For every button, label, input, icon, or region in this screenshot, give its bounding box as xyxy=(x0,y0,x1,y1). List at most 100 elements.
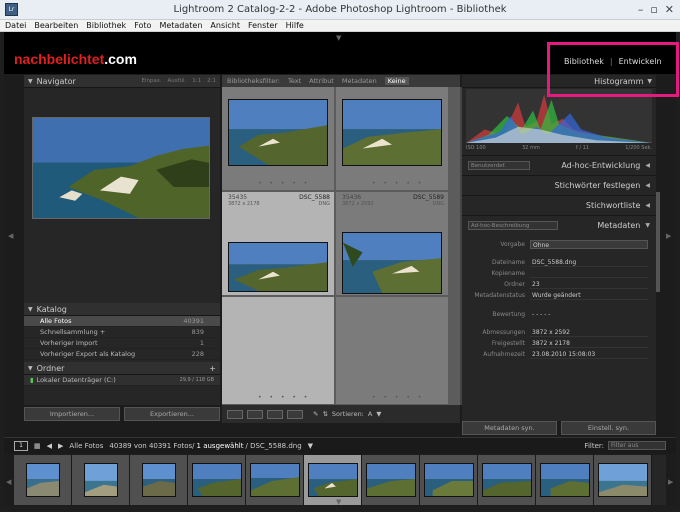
menu-window[interactable]: Fenster xyxy=(248,21,278,30)
zoom-fill[interactable]: Ausfül. xyxy=(167,78,186,84)
back-arrow-icon[interactable]: ◀ xyxy=(47,442,52,450)
filmstrip-thumb-selected[interactable] xyxy=(304,455,362,505)
minimize-icon[interactable]: – xyxy=(638,3,644,16)
filter-select[interactable]: Filter aus xyxy=(608,441,666,450)
photo-thumbnail[interactable] xyxy=(342,99,442,166)
menu-edit[interactable]: Bearbeiten xyxy=(34,21,78,30)
add-folder-icon[interactable]: + xyxy=(209,364,216,373)
keyword-list-header[interactable]: Stichwortliste ◀ xyxy=(462,195,656,215)
filmstrip-thumb[interactable] xyxy=(478,455,536,505)
zoom-fit[interactable]: Einpas. xyxy=(142,78,162,84)
filmstrip-thumb[interactable] xyxy=(130,455,188,505)
keywording-header[interactable]: Stichwörter festlegen ◀ xyxy=(462,175,656,195)
filmstrip-left-icon[interactable]: ◀ xyxy=(6,478,11,486)
histogram-graph[interactable] xyxy=(466,89,652,143)
metadata-preset-select[interactable]: Ad-hoc-Beschreibung xyxy=(468,221,558,230)
toolbar-menu-icon[interactable]: ▼ xyxy=(376,410,381,418)
metadata-field: Abmessungen 3872 x 2592 xyxy=(468,327,648,337)
quick-develop-preset[interactable]: Benutzerdef. xyxy=(468,161,530,170)
survey-view-button[interactable] xyxy=(287,409,303,419)
painter-icon[interactable]: ✎ xyxy=(313,410,318,418)
metadata-field[interactable]: Ordner 23 xyxy=(468,279,648,289)
menu-library[interactable]: Bibliothek xyxy=(86,21,126,30)
photo-thumbnail[interactable] xyxy=(228,99,328,166)
right-panel: Histogramm ▼ ISO 100 32 mm f / 11 1/200 Sek… xyxy=(462,75,656,421)
metadata-field[interactable]: Dateiname DSC_5588.dng xyxy=(468,257,648,267)
quick-develop-header[interactable]: Benutzerdef. Ad-hoc-Entwicklung ◀ xyxy=(462,155,656,175)
sync-metadata-button[interactable]: Metadaten syn. xyxy=(462,421,557,435)
collapse-top-icon[interactable]: ▼ xyxy=(336,34,341,42)
sort-direction-icon[interactable]: ⇅ xyxy=(322,410,327,418)
grid-icon[interactable]: ▦ xyxy=(34,442,41,450)
filmstrip-thumb[interactable] xyxy=(362,455,420,505)
photo-count: 40389 von 40391 Fotos/ xyxy=(109,441,195,450)
loupe-view-button[interactable] xyxy=(247,409,263,419)
grid-cell-selected[interactable]: 35435 DSC_5588 3872 x 2178 DNG xyxy=(222,192,335,296)
catalog-item-previous-import[interactable]: Vorheriger Import 1 xyxy=(24,338,220,349)
filmstrip-thumb[interactable] xyxy=(72,455,130,505)
left-panel: ▼ Navigator Einpas. Ausfül. 1:1 2:1 ▼ Ka… xyxy=(24,75,220,405)
filter-tab-attribute[interactable]: Attribut xyxy=(309,77,334,85)
maximize-icon[interactable]: ▫ xyxy=(650,3,657,16)
zoom-2-1[interactable]: 2:1 xyxy=(207,78,216,84)
left-panel-buttons: Importieren... Exportieren... xyxy=(24,407,220,421)
sort-select[interactable]: A xyxy=(368,410,372,418)
filter-tab-metadata[interactable]: Metadaten xyxy=(342,77,377,85)
file-menu-icon[interactable]: ▼ xyxy=(308,442,313,450)
zoom-1-1[interactable]: 1:1 xyxy=(192,78,201,84)
compare-view-button[interactable] xyxy=(267,409,283,419)
filter-tab-none[interactable]: Keine xyxy=(384,77,409,85)
metadata-rating[interactable]: Bewertung - - - - - xyxy=(468,309,648,319)
metadata-field[interactable]: Kopiename xyxy=(468,268,648,278)
selected-file: / DSC_5588.dng xyxy=(245,441,302,450)
photo-thumbnail[interactable] xyxy=(342,232,442,294)
close-icon[interactable]: ✕ xyxy=(665,3,674,16)
navigator-header[interactable]: ▼ Navigator Einpas. Ausfül. 1:1 2:1 xyxy=(24,75,220,88)
sync-settings-button[interactable]: Einstell. syn. xyxy=(561,421,656,435)
photo-thumbnail[interactable] xyxy=(228,242,328,292)
left-panel-toggle-icon[interactable]: ◀ xyxy=(8,232,13,240)
filmstrip-right-icon[interactable]: ▶ xyxy=(668,478,673,486)
right-panel-scrollbar[interactable] xyxy=(656,192,660,292)
collapse-bottom-icon[interactable]: ▼ xyxy=(336,498,341,506)
menu-help[interactable]: Hilfe xyxy=(286,21,304,30)
filmstrip-thumb[interactable] xyxy=(536,455,594,505)
menu-photo[interactable]: Foto xyxy=(134,21,151,30)
folder-drive[interactable]: ▮ Lokaler Datenträger (C:) 29,9 / 118 GB xyxy=(24,375,220,386)
cell-dimensions: 3872 x 2592 xyxy=(342,201,374,207)
filmstrip-thumb[interactable] xyxy=(14,455,72,505)
folders-header[interactable]: ▼ Ordner + xyxy=(24,362,220,375)
lightroom-app-icon: Lr xyxy=(5,3,18,16)
drive-indicator-icon: ▮ xyxy=(30,376,34,384)
filter-tab-text[interactable]: Text xyxy=(288,77,301,85)
forward-arrow-icon[interactable]: ▶ xyxy=(58,442,63,450)
metadata-header[interactable]: Ad-hoc-Beschreibung Metadaten ▼ xyxy=(462,215,656,235)
filmstrip-thumb[interactable] xyxy=(594,455,652,505)
grid-view-button[interactable] xyxy=(227,409,243,419)
grid-cell[interactable]: • • • • • xyxy=(222,297,335,405)
catalog-item-previous-export[interactable]: Vorheriger Export als Katalog 228 xyxy=(24,349,220,360)
export-button[interactable]: Exportieren... xyxy=(124,407,220,421)
filmstrip-thumb[interactable] xyxy=(420,455,478,505)
filmstrip-thumb[interactable] xyxy=(188,455,246,505)
vorgabe-select[interactable]: Ohne xyxy=(530,239,648,249)
import-button[interactable]: Importieren... xyxy=(24,407,120,421)
grid-cell[interactable]: 35436 DSC_5589 3872 x 2592 DNG xyxy=(336,192,449,296)
menu-file[interactable]: Datei xyxy=(5,21,26,30)
secondary-window-button[interactable]: 1 xyxy=(14,440,28,451)
grid-cell[interactable]: • • • • • xyxy=(222,87,335,191)
metadata-field[interactable]: Metadatenstatus Wurde geändert xyxy=(468,290,648,300)
menu-view[interactable]: Ansicht xyxy=(210,21,240,30)
lightroom-app: ▼ nachbelichtet.com Bibliothek | Entwick… xyxy=(4,32,679,506)
grid-cell[interactable]: • • • • • xyxy=(336,87,449,191)
catalog-item-quick-collection[interactable]: Schnellsammlung +839 xyxy=(24,327,220,338)
catalog-header[interactable]: ▼ Katalog xyxy=(24,303,220,316)
right-panel-toggle-icon[interactable]: ▶ xyxy=(666,232,671,240)
navigator-preview[interactable] xyxy=(32,117,210,219)
filmstrip-thumb[interactable] xyxy=(246,455,304,505)
filmstrip-source[interactable]: Alle Fotos xyxy=(69,442,103,450)
catalog-item-all-photos[interactable]: Alle Fotos 40391 xyxy=(24,316,220,327)
triangle-left-icon: ◀ xyxy=(645,162,650,169)
grid-cell[interactable]: • • • • • xyxy=(336,297,449,405)
menu-metadata[interactable]: Metadaten xyxy=(159,21,202,30)
